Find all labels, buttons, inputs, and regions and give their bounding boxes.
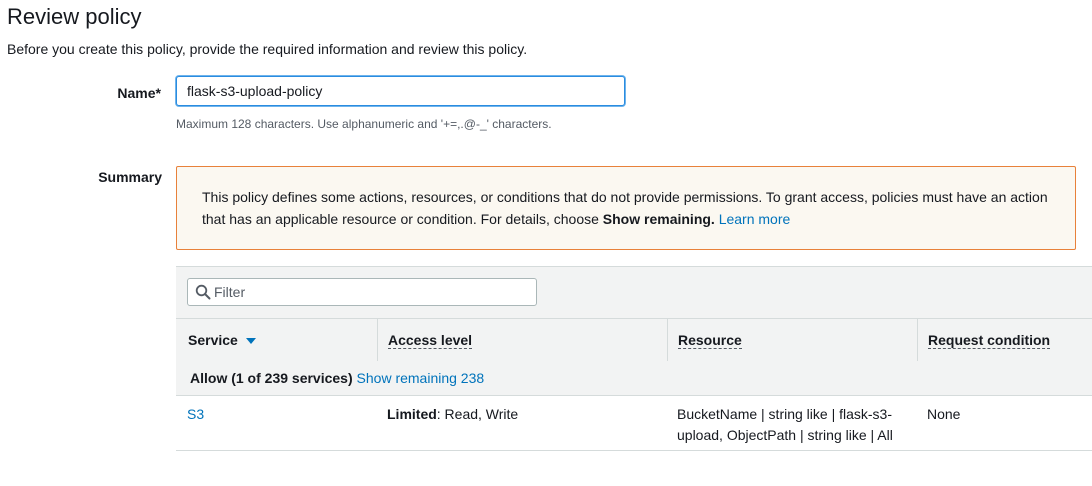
summary-label: Summary bbox=[98, 169, 162, 185]
column-divider bbox=[917, 319, 918, 361]
access-level-cell: Limited: Read, Write bbox=[387, 406, 519, 422]
filter-field[interactable] bbox=[187, 278, 537, 306]
allow-group-label: Allow (1 of 239 services) bbox=[190, 370, 353, 386]
policy-name-input[interactable] bbox=[176, 76, 625, 106]
page-title: Review policy bbox=[7, 4, 142, 29]
service-link-s3[interactable]: S3 bbox=[187, 404, 204, 425]
name-label: Name* bbox=[117, 85, 161, 101]
request-condition-cell: None bbox=[927, 406, 961, 422]
column-header-request-condition: Request condition bbox=[928, 332, 1051, 349]
filter-input[interactable] bbox=[214, 282, 524, 302]
column-divider bbox=[667, 319, 668, 361]
column-header-resource: Resource bbox=[678, 332, 742, 349]
warning-bold-text: Show remaining. bbox=[602, 211, 715, 227]
allow-group-row: Allow (1 of 239 services) Show remaining… bbox=[176, 361, 1092, 396]
column-header-service[interactable]: Service bbox=[188, 319, 256, 361]
search-icon bbox=[195, 284, 211, 300]
caret-down-icon[interactable] bbox=[245, 338, 256, 345]
filter-bar bbox=[176, 266, 1092, 319]
page-description: Before you create this policy, provide t… bbox=[7, 41, 528, 57]
show-remaining-link[interactable]: Show remaining 238 bbox=[357, 370, 485, 386]
resource-cell: BucketName | string like | flask-s3-uplo… bbox=[677, 406, 893, 443]
learn-more-link[interactable]: Learn more bbox=[719, 211, 791, 227]
column-divider bbox=[377, 319, 378, 361]
warning-alert: This policy defines some actions, resour… bbox=[176, 166, 1076, 250]
column-header-access-level: Access level bbox=[388, 332, 473, 349]
policy-summary-table: Service Access level Resource Request co… bbox=[176, 266, 1092, 456]
name-hint: Maximum 128 characters. Use alphanumeric… bbox=[176, 117, 552, 131]
table-header: Service Access level Resource Request co… bbox=[176, 318, 1092, 362]
table-row: S3 Limited: Read, Write BucketName | str… bbox=[176, 396, 1092, 451]
